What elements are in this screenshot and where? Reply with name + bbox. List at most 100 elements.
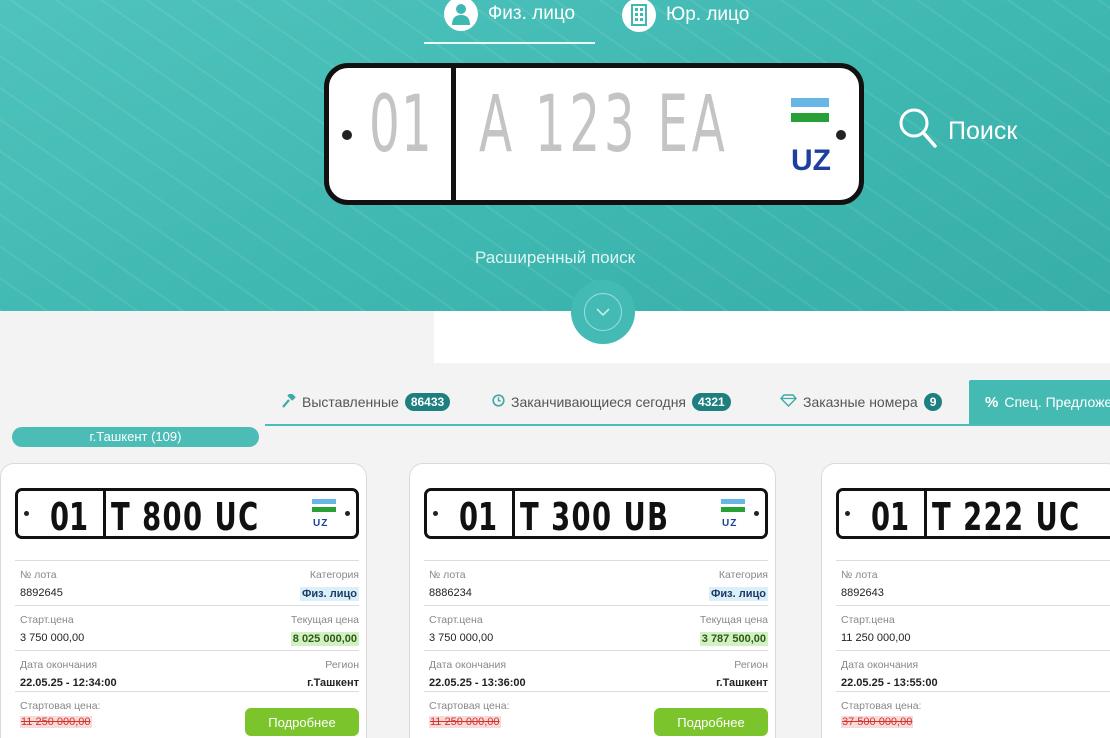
card-plate-region: 01 xyxy=(871,495,910,539)
category-value: Физ. лицо xyxy=(709,587,768,601)
tab-special-offers-label: Спец. Предложения xyxy=(1004,394,1110,410)
advanced-search-link[interactable]: Расширенный поиск xyxy=(0,248,1110,268)
current-price-label: Текущая цена xyxy=(290,614,359,626)
end-date-value: 22.05.25 - 13:55:00 xyxy=(841,677,938,689)
card-row-lot: № лота Категория 8892645 Физ. лицо xyxy=(15,560,359,601)
tab-special-offers[interactable]: % Спец. Предложения xyxy=(969,380,1110,424)
lot-value: 8886234 xyxy=(429,587,472,599)
lot-value: 8892643 xyxy=(841,587,884,599)
search-button[interactable]: Поиск xyxy=(898,108,1017,154)
plate-divider xyxy=(924,491,927,536)
region-value: г.Ташкент xyxy=(716,677,768,689)
category-label: Категория xyxy=(718,569,768,581)
region-filter-chip[interactable]: г.Ташкент (109) xyxy=(12,427,259,447)
tab-legal-entity-label: Юр. лицо xyxy=(666,4,750,25)
card-row-date: Дата окончания Регион 22.05.25 - 12:34:0… xyxy=(15,650,359,689)
plate-region-input[interactable]: 01 xyxy=(369,80,433,170)
card-row-footer: Стартовая цена: 37 500 000,00 xyxy=(836,691,1110,738)
plate-hole xyxy=(754,511,759,516)
start-price-value: 3 750 000,00 xyxy=(20,632,85,644)
card-plate-region: 01 xyxy=(459,495,498,539)
card-row-footer: Стартовая цена: 11 250 000,00 Подробнее xyxy=(15,691,359,738)
plate-country-code: UZ xyxy=(791,144,831,177)
current-price-label: Текущая цена xyxy=(699,614,768,626)
lot-card: 01 T 300 UB UZ № лота Категория 8886234 … xyxy=(409,463,776,738)
lot-value: 8892645 xyxy=(20,587,63,599)
end-date-label: Дата окончания xyxy=(20,659,98,671)
card-row-footer: Стартовая цена: 11 250 000,00 Подробнее xyxy=(424,691,768,738)
uzbekistan-flag-icon xyxy=(312,499,336,512)
plate-divider xyxy=(451,68,456,200)
tab-ending-today-label: Заканчивающиеся сегодня xyxy=(511,394,687,410)
card-row-lot: № лота Категория 8886234 Физ. лицо xyxy=(424,560,768,601)
start-price-value: 11 250 000,00 xyxy=(841,632,911,644)
search-icon xyxy=(898,107,938,156)
card-row-lot: № лота 8892643 xyxy=(836,560,1110,599)
current-price-value: 8 025 000,00 xyxy=(290,632,359,646)
tabs-underline xyxy=(265,424,1110,426)
card-plate-country: UZ xyxy=(313,518,329,529)
plate-hole xyxy=(342,130,352,140)
card-plate-number: T 222 UC xyxy=(932,495,1081,539)
lot-label: № лота xyxy=(429,569,466,581)
uzbekistan-flag-icon xyxy=(791,98,829,122)
plate-search-input[interactable]: 01 A 123 EA UZ xyxy=(324,63,864,205)
starting-price-label: Стартовая цена: xyxy=(841,700,922,712)
card-plate: 01 T 800 UC UZ xyxy=(15,488,359,539)
plate-hole xyxy=(845,511,850,516)
tab-listed-label: Выставленные xyxy=(302,394,399,410)
plate-divider xyxy=(512,491,515,536)
card-plate-number: T 800 UC xyxy=(111,495,260,539)
region-label: Регион xyxy=(325,659,359,671)
end-date-value: 22.05.25 - 12:34:00 xyxy=(20,677,117,689)
lot-label: № лота xyxy=(841,569,878,581)
tab-ending-today-count: 4321 xyxy=(692,393,731,411)
category-value: Физ. лицо xyxy=(300,587,359,601)
old-price-value: 11 250 000,00 xyxy=(429,716,501,728)
tab-custom-numbers-count: 9 xyxy=(923,393,943,411)
gavel-icon xyxy=(282,391,296,411)
lot-card: 01 T 222 UC № лота 8892643 Старт.цена 11… xyxy=(821,463,1110,738)
section-divider xyxy=(434,311,1110,363)
tab-legal-entity[interactable]: Юр. лицо xyxy=(622,0,749,44)
search-button-label: Поиск xyxy=(948,116,1018,145)
tab-custom-numbers-label: Заказные номера xyxy=(803,394,918,410)
plate-hole xyxy=(345,511,350,516)
plate-hole xyxy=(836,130,846,140)
tab-individual-label: Физ. лицо xyxy=(487,3,576,24)
card-row-date: Дата окончания Регион 22.05.25 - 13:36:0… xyxy=(424,650,768,689)
card-row-date: Дата окончания 22.05.25 - 13:55:00 xyxy=(836,650,1110,689)
plate-divider xyxy=(103,491,106,536)
start-price-value: 3 750 000,00 xyxy=(429,632,494,644)
starting-price-label: Стартовая цена: xyxy=(429,700,510,712)
card-plate: 01 T 222 UC xyxy=(836,488,1110,539)
current-price-value: 3 787 500,00 xyxy=(699,632,768,646)
card-plate-region: 01 xyxy=(50,495,89,539)
old-price-value: 11 250 000,00 xyxy=(20,716,92,728)
diamond-icon xyxy=(780,394,797,410)
expand-advanced-button[interactable] xyxy=(571,280,635,344)
end-date-value: 22.05.25 - 13:36:00 xyxy=(429,677,526,689)
old-price-value: 37 500 000,00 xyxy=(841,716,914,728)
details-button[interactable]: Подробнее xyxy=(245,708,359,736)
region-value: г.Ташкент xyxy=(307,677,359,689)
details-button[interactable]: Подробнее xyxy=(654,708,768,736)
card-plate-number: T 300 UB xyxy=(520,495,670,539)
card-row-price: Старт.цена Текущая цена 3 750 000,00 8 0… xyxy=(15,605,359,646)
tab-ending-today[interactable]: Заканчивающиеся сегодня 4321 xyxy=(492,380,731,424)
plate-number-input[interactable]: A 123 EA xyxy=(479,80,729,170)
person-icon xyxy=(443,0,478,31)
plate-hole xyxy=(433,511,438,516)
starting-price-label: Стартовая цена: xyxy=(20,700,101,712)
tab-custom-numbers[interactable]: Заказные номера 9 xyxy=(780,380,943,424)
plate-hole xyxy=(24,511,29,516)
chevron-down-icon xyxy=(584,293,622,331)
end-date-label: Дата окончания xyxy=(429,659,507,671)
hero-banner: Физ. лицо Юр. лицо 01 A 123 EA UZ Поиск … xyxy=(0,0,1110,311)
clock-icon xyxy=(492,394,505,410)
card-plate: 01 T 300 UB UZ xyxy=(424,488,768,539)
tab-individual[interactable]: Физ. лицо xyxy=(424,0,595,44)
tab-listed[interactable]: Выставленные 86433 xyxy=(282,380,451,424)
region-label: Регион xyxy=(734,659,768,671)
percent-icon: % xyxy=(985,393,999,411)
